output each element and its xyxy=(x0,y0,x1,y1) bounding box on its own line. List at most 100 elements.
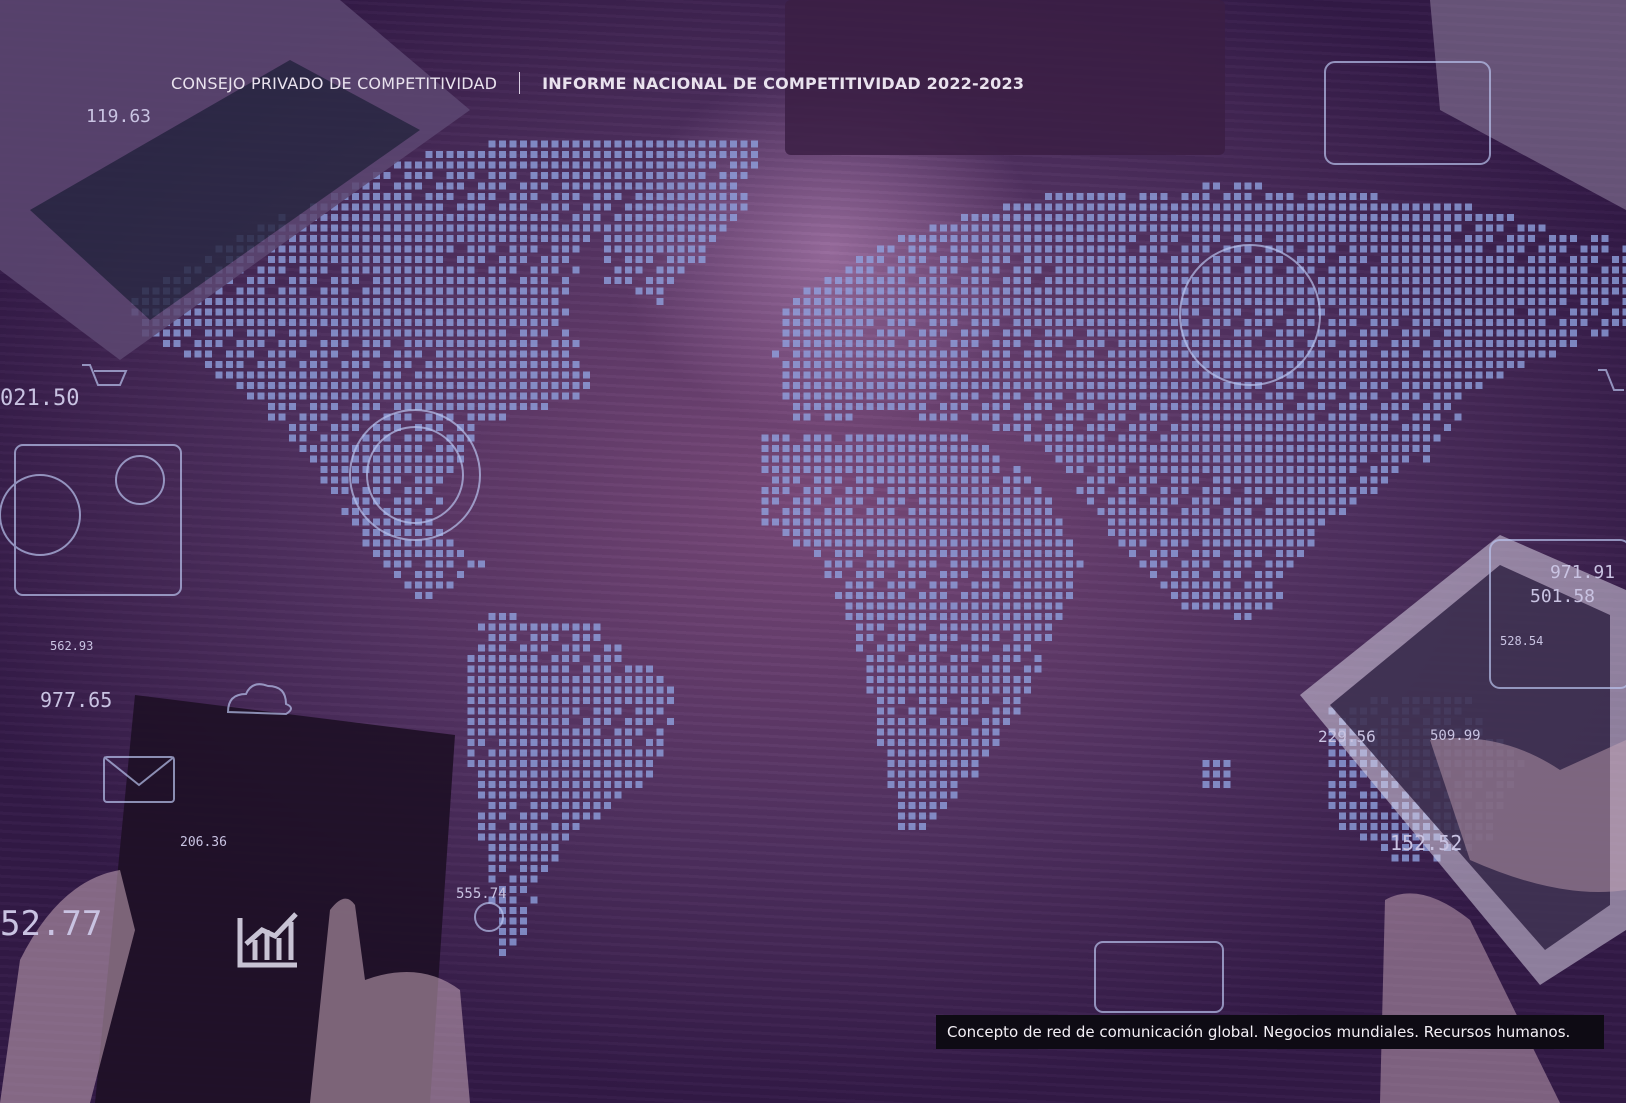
map-dot xyxy=(1370,833,1378,841)
map-dot xyxy=(1276,571,1283,578)
map-dot xyxy=(961,214,968,221)
map-dot xyxy=(247,329,254,337)
map-dot xyxy=(1244,371,1252,379)
map-dot xyxy=(478,823,485,830)
map-dot xyxy=(1192,571,1199,578)
map-dot xyxy=(1034,665,1042,673)
map-dot xyxy=(1370,214,1378,221)
map-dot xyxy=(887,581,895,589)
map-dot xyxy=(488,214,496,221)
map-dot xyxy=(394,550,401,557)
map-dot xyxy=(404,413,412,421)
map-dot xyxy=(803,455,811,463)
map-dot xyxy=(1538,287,1546,295)
map-dot xyxy=(1517,287,1525,295)
map-dot xyxy=(446,245,454,253)
map-dot xyxy=(551,245,559,253)
map-dot xyxy=(320,466,328,473)
map-dot xyxy=(845,298,853,305)
map-dot xyxy=(499,728,506,736)
map-dot xyxy=(1213,602,1220,610)
map-dot xyxy=(446,172,454,179)
map-dot xyxy=(856,497,863,505)
map-dot xyxy=(1213,434,1220,442)
map-dot xyxy=(803,392,811,400)
map-dot xyxy=(1580,266,1588,274)
map-dot xyxy=(929,382,937,389)
map-dot xyxy=(257,298,265,305)
map-dot xyxy=(247,298,254,305)
map-dot xyxy=(929,466,937,473)
map-dot xyxy=(1234,224,1241,232)
map-dot xyxy=(1055,392,1063,400)
map-dot xyxy=(1213,361,1220,368)
map-dot xyxy=(929,371,937,379)
map-dot xyxy=(1181,361,1189,368)
map-dot xyxy=(698,203,706,211)
map-dot xyxy=(1349,350,1357,358)
map-dot xyxy=(541,151,548,158)
map-dot xyxy=(1412,235,1420,242)
map-dot xyxy=(971,455,979,463)
map-dot xyxy=(1003,340,1010,347)
map-dot xyxy=(1349,361,1357,368)
map-dot xyxy=(940,329,947,337)
map-dot xyxy=(1076,560,1084,568)
map-dot xyxy=(1475,308,1483,316)
map-dot xyxy=(646,739,653,746)
map-dot xyxy=(835,298,842,305)
map-dot xyxy=(467,308,475,316)
map-dot xyxy=(740,151,748,158)
map-dot xyxy=(341,476,349,484)
map-dot xyxy=(404,350,412,358)
map-dot xyxy=(625,182,632,190)
map-dot xyxy=(1034,361,1042,368)
map-dot xyxy=(572,823,580,830)
map-dot xyxy=(205,308,212,316)
map-dot xyxy=(1265,287,1273,295)
map-dot xyxy=(1612,308,1619,316)
map-dot xyxy=(1496,350,1504,358)
map-dot xyxy=(1475,266,1483,274)
map-dot xyxy=(1244,413,1252,421)
map-dot xyxy=(520,907,527,914)
map-dot xyxy=(929,487,937,494)
map-dot xyxy=(908,728,916,736)
map-dot xyxy=(1381,266,1388,274)
map-dot xyxy=(1150,266,1157,274)
map-dot xyxy=(425,539,433,547)
map-dot xyxy=(373,550,380,557)
map-dot xyxy=(551,739,559,746)
map-dot xyxy=(1024,508,1031,515)
map-dot xyxy=(919,749,926,757)
map-dot xyxy=(562,644,569,652)
map-dot xyxy=(1339,266,1346,274)
map-dot xyxy=(1013,487,1021,494)
map-dot xyxy=(814,466,821,473)
map-dot xyxy=(709,140,716,148)
map-dot xyxy=(824,539,832,547)
map-dot xyxy=(824,329,832,337)
map-dot xyxy=(1339,350,1346,358)
map-dot xyxy=(1433,350,1441,358)
map-dot xyxy=(992,655,1000,662)
map-dot xyxy=(1160,508,1168,515)
map-dot xyxy=(1234,592,1241,599)
map-dot xyxy=(929,298,937,305)
map-dot xyxy=(1328,392,1336,400)
report-title: INFORME NACIONAL DE COMPETITIVIDAD 2022-… xyxy=(542,73,1025,93)
map-dot xyxy=(488,245,496,253)
map-dot xyxy=(1517,340,1525,347)
map-dot xyxy=(373,319,380,326)
map-dot xyxy=(1097,256,1105,263)
map-dot xyxy=(614,781,622,788)
map-dot xyxy=(940,749,947,757)
map-dot xyxy=(877,518,884,526)
map-dot xyxy=(394,455,401,463)
map-dot xyxy=(1454,413,1462,421)
map-dot xyxy=(499,844,506,851)
map-dot xyxy=(520,917,527,925)
map-dot xyxy=(1024,308,1031,316)
map-dot xyxy=(1339,497,1346,505)
map-dot xyxy=(814,287,821,295)
